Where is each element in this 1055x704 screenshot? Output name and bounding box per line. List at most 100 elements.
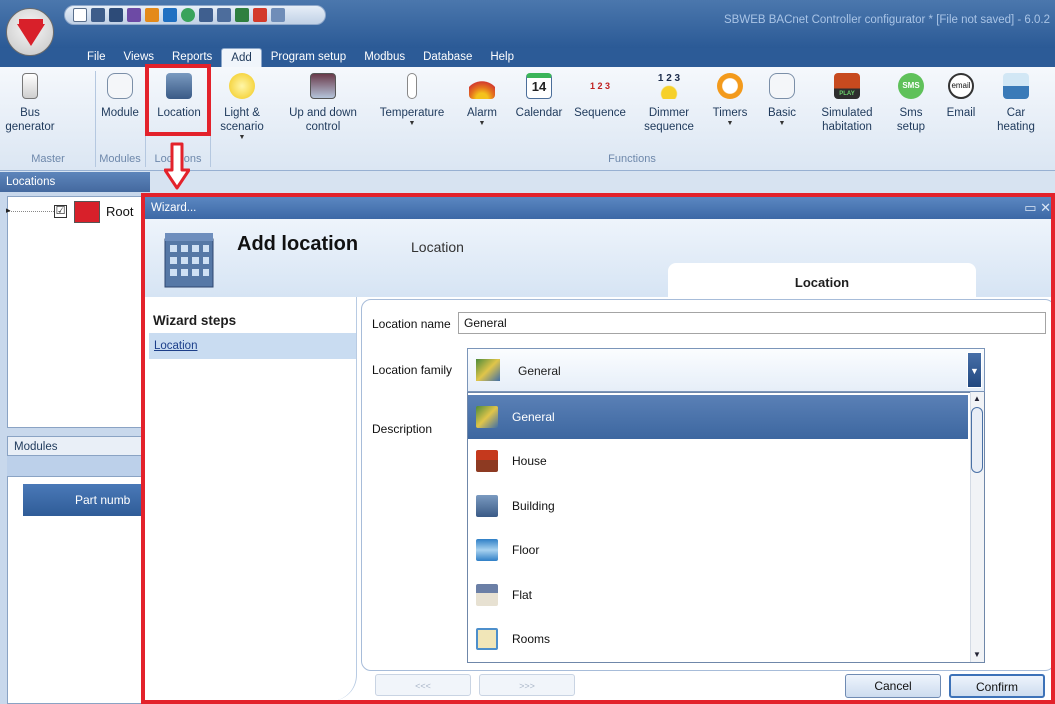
floor-icon	[476, 539, 498, 561]
simulated-habitation-label2: habitation	[822, 121, 872, 133]
antenna-icon[interactable]	[217, 8, 231, 22]
calendar-icon: 14	[526, 73, 552, 99]
car-heating-label: Car	[1006, 107, 1026, 119]
bus-generator-label2: generator	[5, 121, 55, 133]
calendar-button[interactable]: 14 Calendar	[510, 73, 568, 157]
tab-program-setup[interactable]: Program setup	[262, 48, 355, 67]
tab-help[interactable]: Help	[481, 48, 523, 67]
simulated-habitation-icon: PLAY	[834, 73, 860, 99]
sequence-label: Sequence	[574, 107, 626, 119]
module-button[interactable]: Module	[96, 73, 144, 157]
flag-icon[interactable]	[253, 8, 267, 22]
confirm-button[interactable]: Confirm	[949, 674, 1045, 698]
simulated-habitation-button[interactable]: PLAY Simulated habitation	[812, 73, 882, 157]
timers-label: Timers	[712, 107, 748, 119]
scroll-down-icon[interactable]: ▼	[973, 650, 981, 659]
new-file-icon[interactable]	[73, 8, 87, 22]
light-scenario-button[interactable]: Light & scenario ▼	[214, 73, 270, 157]
locations-tree[interactable]: ▸ ☑ Root	[6, 196, 150, 428]
wizard-window-controls[interactable]: ▭ ✕	[1024, 197, 1051, 219]
description-label: Description	[372, 422, 433, 436]
export-icon[interactable]	[145, 8, 159, 22]
temperature-label: Temperature	[379, 107, 445, 119]
modules-toolbar	[7, 456, 150, 476]
root-checkbox[interactable]: ☑	[54, 205, 67, 218]
option-label: Rooms	[512, 632, 551, 646]
light-bulb-icon	[229, 73, 255, 99]
basic-button[interactable]: Basic ▼	[760, 73, 804, 157]
modules-panel-header: Modules	[7, 436, 150, 456]
scroll-up-icon[interactable]: ▲	[973, 394, 981, 403]
option-flat[interactable]: Flat	[468, 573, 968, 617]
scrollbar-thumb[interactable]	[971, 407, 983, 473]
car-icon	[1003, 73, 1029, 99]
option-general[interactable]: General	[468, 395, 968, 439]
previous-step-button[interactable]: <<<	[375, 674, 471, 696]
next-step-button[interactable]: >>>	[479, 674, 575, 696]
up-down-control-label2: control	[305, 121, 341, 133]
location-name-input[interactable]	[458, 312, 1046, 334]
bus-generator-icon	[22, 73, 38, 99]
timer-icon	[717, 73, 743, 99]
module-icon	[107, 73, 133, 99]
email-button[interactable]: email Email	[938, 73, 984, 157]
wizard-window: Wizard... ▭ ✕ Add location Location Loca…	[141, 193, 1055, 704]
wizard-titlebar: Wizard...	[145, 197, 1051, 219]
car-heating-button[interactable]: Car heating	[990, 73, 1042, 157]
basic-label: Basic	[767, 107, 797, 119]
open-file-icon[interactable]	[91, 8, 105, 22]
tree-root-label[interactable]: Root	[106, 204, 133, 219]
wizard-step-location-link[interactable]: Location	[154, 340, 197, 352]
building-icon	[476, 495, 498, 517]
location-family-value: General	[518, 364, 561, 378]
edit-icon[interactable]	[127, 8, 141, 22]
settings-icon[interactable]	[181, 8, 195, 22]
simulated-habitation-label: Simulated	[821, 107, 873, 119]
thermometer-icon	[407, 73, 417, 99]
option-floor[interactable]: Floor	[468, 528, 968, 572]
dimmer-sequence-button[interactable]: 1 2 3 Dimmer sequence	[636, 73, 702, 157]
general-icon	[476, 359, 500, 381]
tab-file[interactable]: File	[78, 48, 115, 67]
bus-generator-button[interactable]: Bus generator	[4, 73, 56, 157]
network-icon[interactable]	[199, 8, 213, 22]
qat-dropdown-icon[interactable]	[271, 8, 285, 22]
locations-panel-header: Locations	[0, 172, 150, 192]
tree-line	[8, 211, 54, 212]
cancel-button[interactable]: Cancel	[845, 674, 941, 698]
sms-icon: SMS	[898, 73, 924, 99]
timers-button[interactable]: Timers ▼	[706, 73, 754, 157]
option-house[interactable]: House	[468, 439, 968, 483]
expand-icon[interactable]: ▸	[6, 205, 11, 216]
chevron-down-icon[interactable]: ▼	[967, 352, 982, 388]
sequence-button[interactable]: 1 2 3 Sequence	[570, 73, 630, 157]
save-icon[interactable]	[109, 8, 123, 22]
option-label: Building	[512, 499, 555, 513]
calendar-label: Calendar	[515, 107, 563, 119]
tab-add[interactable]: Add	[221, 48, 262, 67]
location-family-select[interactable]: General	[467, 348, 985, 392]
dimmer-icon: 1 2 3	[656, 73, 682, 99]
up-down-control-button[interactable]: Up and down control	[278, 73, 368, 157]
wizard-steps-header: Wizard steps	[153, 313, 237, 328]
app-menu-button[interactable]	[6, 8, 54, 56]
bus-generator-label: Bus	[20, 107, 40, 119]
sms-setup-button[interactable]: SMS Sms setup	[888, 73, 934, 157]
alarm-label: Alarm	[466, 107, 498, 119]
part-number-column-header[interactable]: Part numb	[23, 484, 150, 516]
tab-database[interactable]: Database	[414, 48, 481, 67]
option-rooms[interactable]: Rooms	[468, 617, 968, 661]
option-building[interactable]: Building	[468, 484, 968, 528]
option-label: Flat	[512, 588, 533, 602]
alarm-button[interactable]: Alarm ▼	[460, 73, 504, 157]
import-icon[interactable]	[163, 8, 177, 22]
module-label: Module	[101, 107, 139, 119]
sms-setup-label2: setup	[896, 121, 926, 133]
option-label: General	[512, 410, 555, 424]
tree-icon[interactable]	[235, 8, 249, 22]
email-label: Email	[946, 107, 976, 119]
option-label: House	[512, 454, 547, 468]
temperature-button[interactable]: Temperature ▼	[370, 73, 454, 157]
group-label-functions: Functions	[608, 153, 656, 165]
tab-modbus[interactable]: Modbus	[355, 48, 414, 67]
